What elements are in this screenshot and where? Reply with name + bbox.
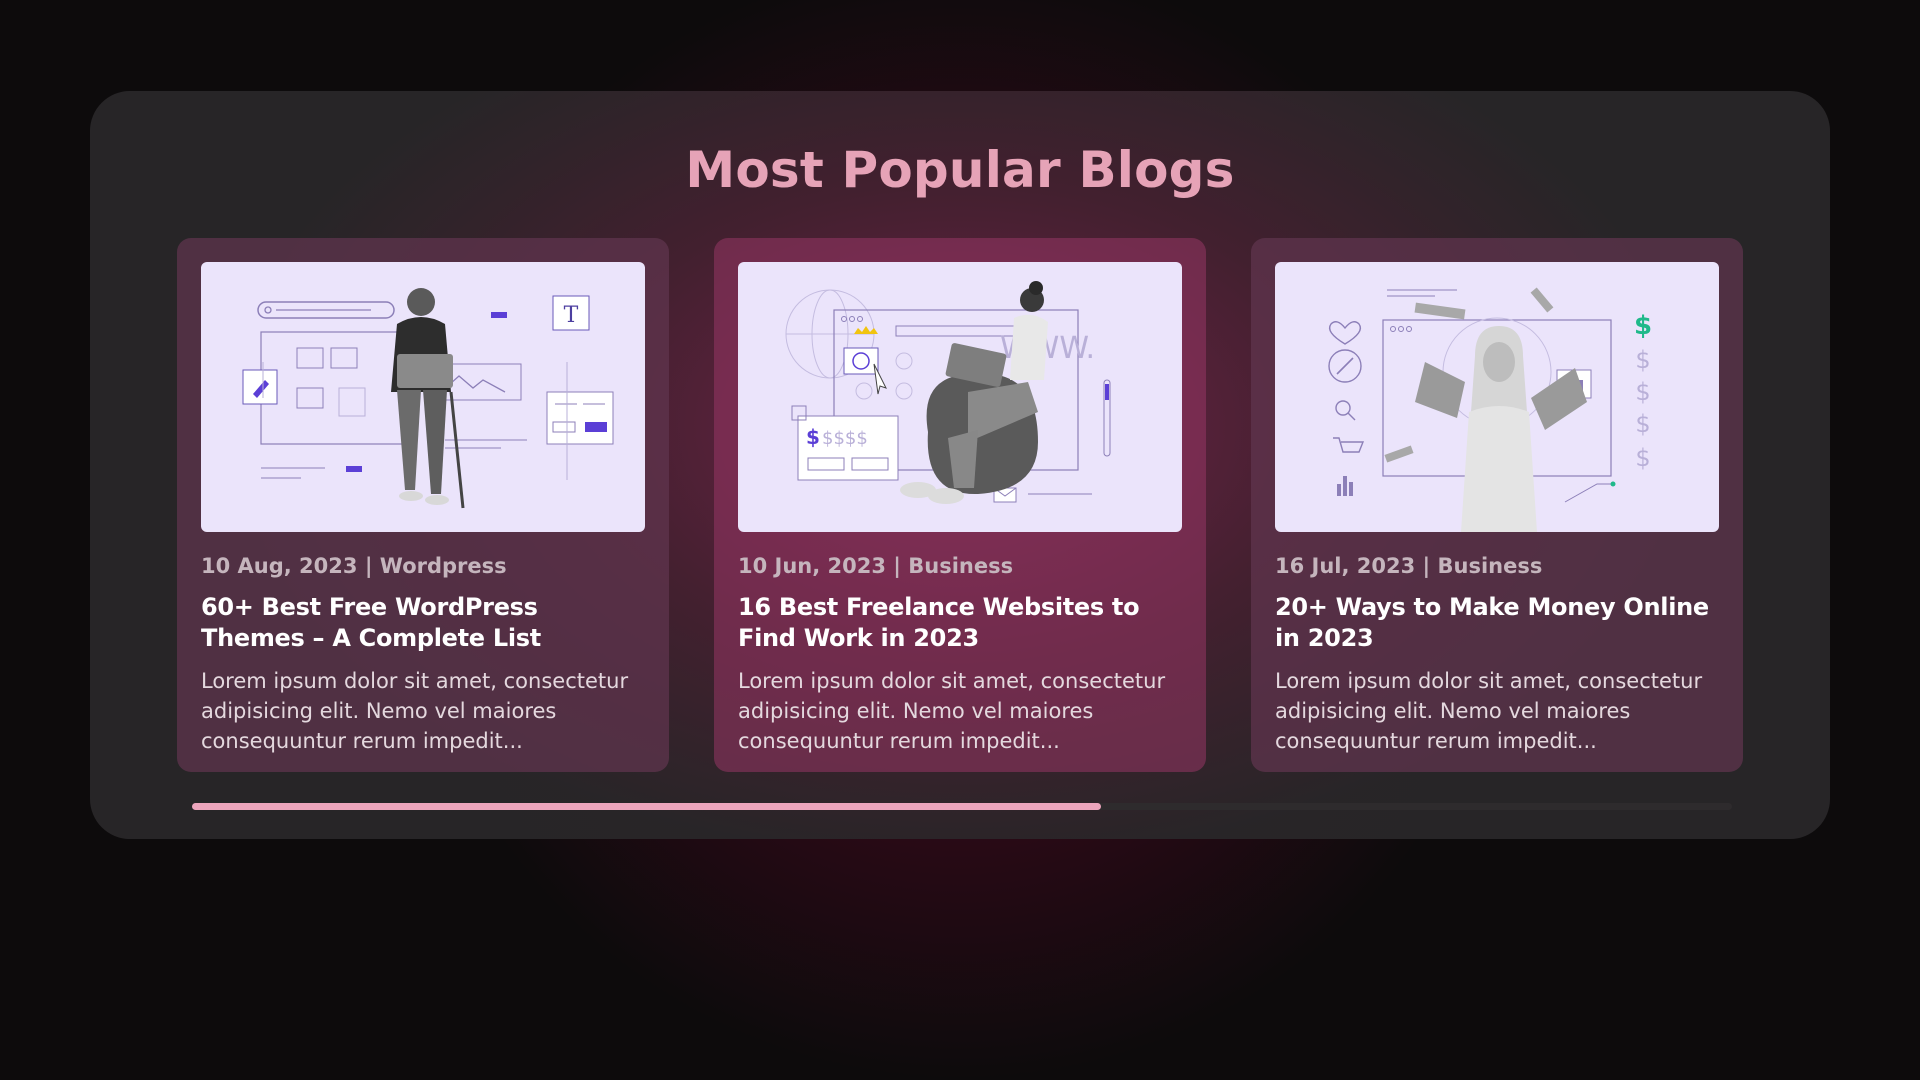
blog-thumbnail-1[interactable]: T (201, 262, 645, 532)
designer-with-laptop-illustration-icon: T (242, 288, 614, 509)
blog-thumbnail-3[interactable]: $ $ $ $ $ (1275, 262, 1719, 532)
svg-text:T: T (564, 303, 579, 328)
svg-text:$: $ (1635, 378, 1650, 406)
freelancer-on-beanbag-illustration-icon: WWW. $ $$$$ (785, 281, 1111, 504)
blog-title-2[interactable]: 16 Best Freelance Websites to Find Work … (738, 592, 1182, 654)
blog-excerpt-1: Lorem ipsum dolor sit amet, consectetur … (201, 669, 629, 753)
blog-card-1[interactable]: T 10 Aug, 2023 | Wordpress 60+ Best Free… (177, 238, 669, 772)
blog-title-1[interactable]: 60+ Best Free WordPress Themes – A Compl… (201, 592, 645, 654)
blog-meta-3: 16 Jul, 2023 | Business (1275, 554, 1543, 578)
svg-text:$: $ (806, 425, 820, 449)
blog-excerpt-3: Lorem ipsum dolor sit amet, consectetur … (1275, 669, 1703, 753)
svg-text:$: $ (1635, 444, 1650, 472)
blog-card-3[interactable]: $ $ $ $ $ 16 Jul, 2023 | Business 20+ Wa… (1251, 238, 1743, 772)
section-title: Most Popular Blogs (685, 141, 1235, 199)
woman-holding-money-illustration-icon: $ $ $ $ $ (1328, 287, 1652, 532)
blog-meta-2: 10 Jun, 2023 | Business (738, 554, 1014, 578)
blogs-section: Most Popular Blogs T 10 Aug, 2023 | Word… (90, 91, 1830, 839)
blog-thumbnail-2[interactable]: WWW. $ $$$$ (738, 262, 1182, 532)
blog-meta-1: 10 Aug, 2023 | Wordpress (201, 554, 507, 578)
blog-card-2[interactable]: WWW. $ $$$$ 10 Jun, 2023 | Business 16 B… (714, 238, 1206, 772)
blog-title-3[interactable]: 20+ Ways to Make Money Online in 2023 (1275, 592, 1719, 654)
blog-excerpt-2: Lorem ipsum dolor sit amet, consectetur … (738, 669, 1166, 753)
svg-text:$: $ (1635, 346, 1650, 374)
carousel-scrollbar[interactable] (192, 803, 1732, 810)
carousel-scrollbar-thumb[interactable] (192, 803, 1101, 810)
svg-text:$: $ (1635, 410, 1650, 438)
svg-text:$: $ (1634, 311, 1652, 341)
svg-text:$$$$: $$$$ (822, 428, 868, 449)
